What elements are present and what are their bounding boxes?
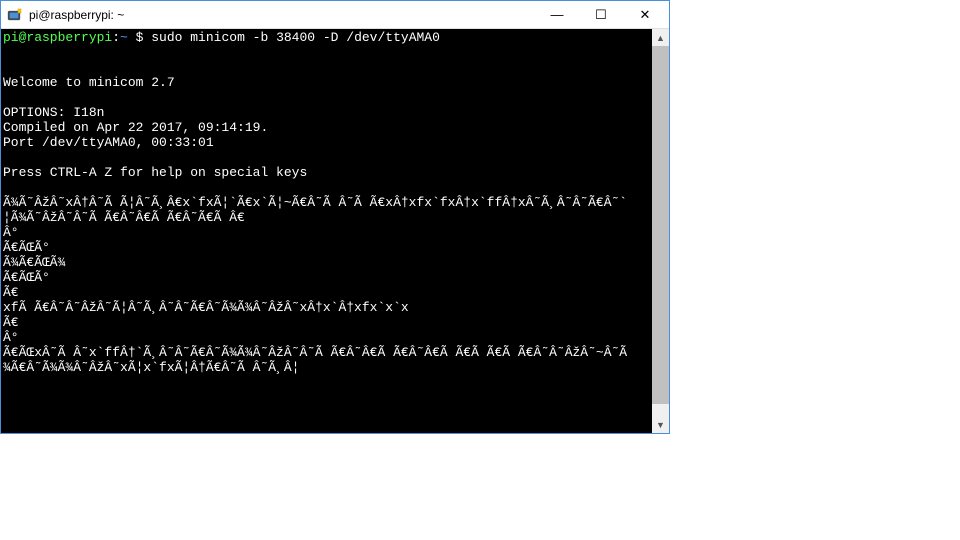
minimize-button[interactable]: — [535, 2, 579, 28]
vertical-scrollbar[interactable]: ▲ ▼ [652, 29, 669, 433]
window-controls: — ☐ ✕ [535, 2, 667, 28]
scroll-down-arrow[interactable]: ▼ [652, 416, 669, 433]
window-title: pi@raspberrypi: ~ [29, 8, 535, 22]
scrollbar-thumb[interactable] [652, 46, 669, 404]
terminal-content[interactable]: pi@raspberrypi:~ $ sudo minicom -b 38400… [1, 29, 652, 433]
prompt-separator: : [112, 30, 120, 45]
maximize-button[interactable]: ☐ [579, 2, 623, 28]
prompt-dollar: $ [128, 30, 151, 45]
prompt-user-host: pi@raspberrypi [3, 30, 112, 45]
scrollbar-track[interactable] [652, 46, 669, 416]
close-button[interactable]: ✕ [623, 2, 667, 28]
putty-window: pi@raspberrypi: ~ — ☐ ✕ pi@raspberrypi:~… [0, 0, 670, 434]
command-text: sudo minicom -b 38400 -D /dev/ttyAMA0 [151, 30, 440, 45]
titlebar[interactable]: pi@raspberrypi: ~ — ☐ ✕ [1, 1, 669, 29]
putty-icon [7, 7, 23, 23]
terminal-body: pi@raspberrypi:~ $ sudo minicom -b 38400… [1, 29, 669, 433]
prompt-path: ~ [120, 30, 128, 45]
terminal-output: Welcome to minicom 2.7 OPTIONS: I18n Com… [3, 75, 627, 375]
scroll-up-arrow[interactable]: ▲ [652, 29, 669, 46]
